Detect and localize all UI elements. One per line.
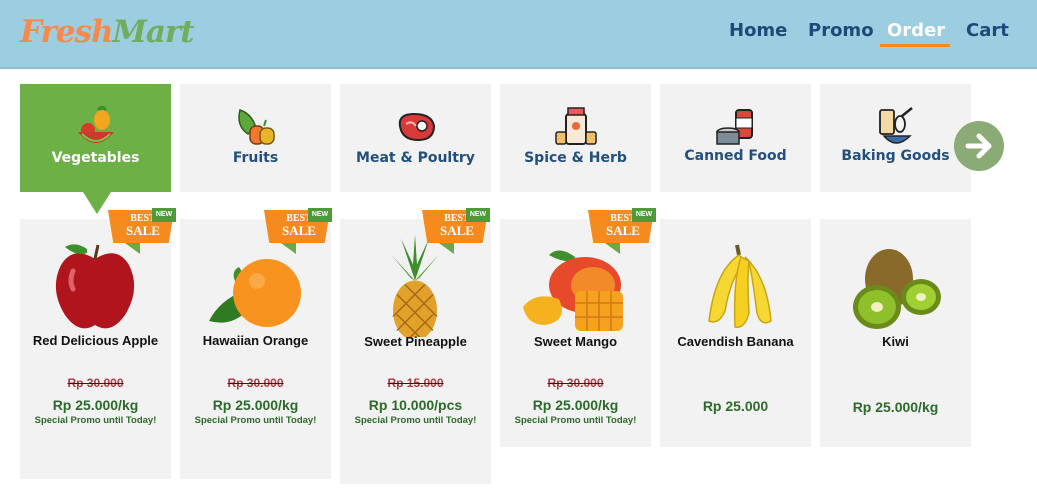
nav-order-link[interactable]: Order (887, 20, 945, 41)
category-label: Baking Goods (841, 148, 950, 164)
category-label: Meat & Poultry (356, 150, 475, 166)
product-name: Cavendish Banana (677, 334, 794, 349)
category-label: Fruits (232, 150, 279, 166)
category-label: Canned Food (684, 148, 787, 164)
active-nav-underline (880, 44, 950, 47)
category-label: Spice & Herb (524, 150, 627, 166)
category-label: Vegetables (51, 150, 140, 166)
product-name: Red Delicious Apple (32, 333, 159, 348)
promo-text: Special Promo until Today! (34, 415, 157, 426)
badge-sale-text: SALE (282, 223, 316, 238)
best-sale-badge: BEST SALE NEW (100, 208, 180, 258)
next-category-button[interactable] (954, 121, 1004, 171)
product-price: Rp 25.000 (702, 398, 769, 414)
product-name: Kiwi (882, 334, 909, 349)
badge-new-text: NEW (632, 208, 656, 222)
badge-new-text: NEW (308, 208, 332, 222)
product-price: Rp 25.000/kg (52, 397, 139, 413)
category-fruits[interactable]: Fruits (180, 84, 331, 192)
steak-icon (398, 112, 435, 142)
product-card-apple[interactable]: Red Delicious Apple Rp 30.000 Rp 25.000/… (20, 219, 171, 479)
nav-home-link[interactable]: Home (729, 20, 787, 41)
old-price: Rp 15.000 (387, 376, 444, 390)
freshmart-logo[interactable]: FreshMart (20, 14, 195, 50)
best-sale-badge: BEST SALE NEW (414, 208, 494, 258)
category-meat-poultry[interactable]: Meat & Poultry (340, 84, 491, 192)
product-price: Rp 25.000/kg (852, 399, 939, 415)
spice-jar-icon (554, 107, 597, 145)
kiwi-image (853, 249, 941, 329)
product-card-banana[interactable]: Cavendish Banana Rp 25.000 (660, 219, 811, 447)
logo-text-mart: Mart (112, 14, 195, 50)
category-baking-goods[interactable]: Baking Goods (820, 84, 971, 192)
badge-new-text: NEW (466, 208, 490, 222)
badge-new-text: NEW (152, 208, 176, 222)
product-card-pineapple[interactable]: Sweet Pineapple Rp 15.000 Rp 10.000/pcs … (340, 219, 491, 484)
category-spice-herb[interactable]: Spice & Herb (500, 84, 651, 192)
product-price: Rp 25.000/kg (532, 397, 619, 413)
badge-sale-text: SALE (440, 223, 474, 238)
old-price: Rp 30.000 (67, 376, 124, 390)
product-name: Hawaiian Orange (202, 333, 309, 348)
product-name: Sweet Pineapple (364, 334, 467, 349)
product-card-orange[interactable]: Hawaiian Orange Rp 30.000 Rp 25.000/kg S… (180, 219, 331, 479)
logo-text-fresh: Fresh (20, 14, 114, 50)
category-vegetables[interactable]: Vegetables (20, 84, 171, 192)
baking-icon (878, 107, 913, 144)
badge-sale-text: SALE (606, 223, 640, 238)
promo-text: Special Promo until Today! (354, 415, 477, 426)
old-price: Rp 30.000 (227, 376, 284, 390)
promo-text: Special Promo until Today! (194, 415, 317, 426)
product-name: Sweet Mango (533, 334, 618, 349)
badge-sale-text: SALE (126, 223, 160, 238)
product-price: Rp 10.000/pcs (368, 397, 463, 413)
promo-text: Special Promo until Today! (514, 415, 637, 426)
fruit-basket-icon (77, 106, 114, 143)
old-price: Rp 30.000 (547, 376, 604, 390)
nav-promo-link[interactable]: Promo (808, 20, 874, 41)
top-header: FreshMart Home Promo Order Cart (0, 0, 1037, 69)
product-card-kiwi[interactable]: Kiwi Rp 25.000/kg (820, 219, 971, 447)
nav-cart-link[interactable]: Cart (966, 20, 1009, 41)
best-sale-badge: BEST SALE NEW (580, 208, 660, 258)
banana-image (708, 244, 772, 328)
best-sale-badge: BEST SALE NEW (256, 208, 336, 258)
category-canned-food[interactable]: Canned Food (660, 84, 811, 192)
product-price: Rp 25.000/kg (212, 397, 299, 413)
arrow-right-icon (965, 133, 992, 159)
vegetables-icon (237, 109, 275, 145)
canned-food-icon (715, 109, 753, 145)
